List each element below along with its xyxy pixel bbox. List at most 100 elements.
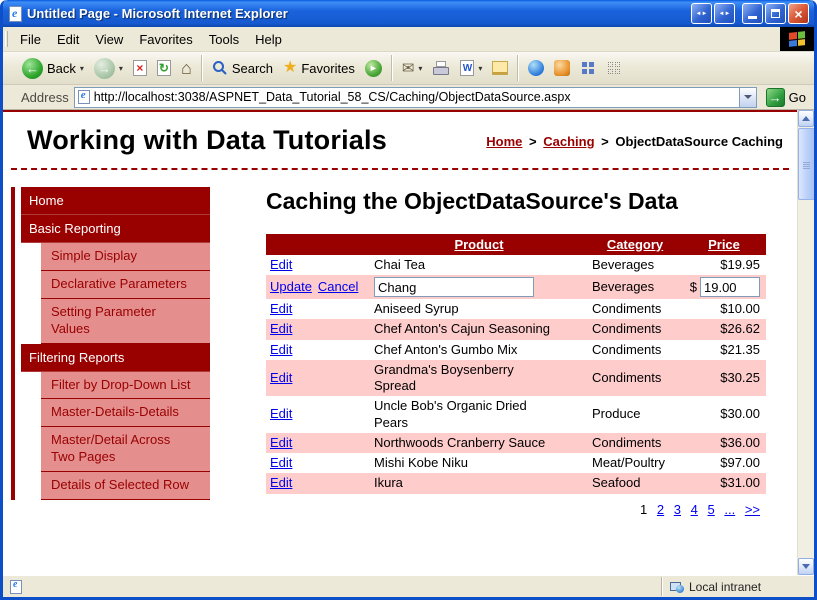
sidebar-item-master-details-details[interactable]: Master-Details-Details: [41, 399, 210, 427]
edit-link[interactable]: Edit: [270, 406, 292, 421]
category-cell: Condiments: [588, 360, 682, 397]
table-row-editing: UpdateCancel Beverages $: [266, 275, 766, 299]
status-bar: Local intranet: [3, 575, 814, 597]
grid-header-row: Product Category Price: [266, 234, 766, 255]
mail-dropdown-icon[interactable]: ▾: [418, 64, 422, 73]
sidebar-item-basic-reporting[interactable]: Basic Reporting: [21, 215, 210, 243]
search-button[interactable]: Search: [208, 58, 277, 78]
scroll-up-button[interactable]: [798, 110, 814, 127]
close-button[interactable]: ×: [788, 3, 809, 24]
pager-link-next[interactable]: >>: [745, 502, 760, 517]
edit-link[interactable]: Edit: [270, 301, 292, 316]
forward-button[interactable]: → ▾: [90, 56, 127, 81]
quick-tools-button[interactable]: [576, 58, 600, 78]
category-sort-link[interactable]: Category: [607, 237, 663, 252]
edit-link[interactable]: Edit: [270, 475, 292, 490]
titlebar-extra-button[interactable]: ◄►: [714, 3, 735, 24]
toggle-grid-button[interactable]: [602, 58, 626, 78]
sidebar-item-master-detail-two-pages[interactable]: Master/Detail Across Two Pages: [41, 427, 210, 472]
breadcrumb-caching-link[interactable]: Caching: [543, 134, 594, 149]
home-button[interactable]: ⌂: [177, 57, 196, 79]
menu-file[interactable]: File: [12, 27, 49, 51]
pager-link-4[interactable]: 4: [691, 502, 698, 517]
sidebar-item-details-of-selected-row[interactable]: Details of Selected Row: [41, 472, 210, 500]
research-button[interactable]: [550, 58, 574, 78]
pager-link-ellipsis[interactable]: ...: [724, 502, 735, 517]
favorites-button[interactable]: ★ Favorites: [279, 58, 359, 78]
pager-row: 1 2 3 4 5 ... >>: [266, 494, 766, 522]
cancel-link[interactable]: Cancel: [318, 279, 358, 294]
print-button[interactable]: [428, 58, 454, 79]
address-dropdown-button[interactable]: [739, 88, 756, 107]
sidebar-item-home[interactable]: Home: [21, 187, 210, 215]
discuss-icon: [492, 61, 508, 75]
research-icon: [554, 60, 570, 76]
discuss-button[interactable]: [488, 59, 512, 77]
category-cell: Condiments: [588, 299, 682, 319]
back-dropdown-icon[interactable]: ▾: [80, 64, 84, 73]
toolbar-separator: [517, 55, 519, 81]
table-row: Edit Northwoods Cranberry Sauce Condimen…: [266, 433, 766, 453]
pager-link-5[interactable]: 5: [707, 502, 714, 517]
price-cell: $30.25: [682, 360, 766, 397]
go-button[interactable]: → Go: [762, 88, 810, 107]
maximize-icon: [771, 9, 780, 18]
product-cell: Chef Anton's Cajun Seasoning: [370, 319, 588, 339]
mail-button[interactable]: ✉ ▾: [398, 59, 427, 78]
page-status-icon: [10, 580, 22, 594]
price-sort-link[interactable]: Price: [708, 237, 740, 252]
category-cell: Beverages: [588, 275, 682, 299]
table-row: Edit Ikura Seafood $31.00: [266, 473, 766, 493]
edit-link[interactable]: Edit: [270, 435, 292, 450]
word-dropdown-icon[interactable]: ▾: [478, 64, 482, 73]
price-input[interactable]: [700, 277, 760, 297]
breadcrumb-current: ObjectDataSource Caching: [615, 134, 783, 149]
pager-link-3[interactable]: 3: [674, 502, 681, 517]
product-sort-link[interactable]: Product: [454, 237, 503, 252]
category-cell: Meat/Poultry: [588, 453, 682, 473]
refresh-button[interactable]: ↻: [153, 58, 175, 78]
menu-help[interactable]: Help: [247, 27, 290, 51]
menu-favorites[interactable]: Favorites: [131, 27, 200, 51]
messenger-button[interactable]: [524, 58, 548, 78]
edit-link[interactable]: Edit: [270, 321, 292, 336]
breadcrumb-home-link[interactable]: Home: [486, 134, 522, 149]
product-name-input[interactable]: [374, 277, 534, 297]
stop-button[interactable]: ×: [129, 58, 151, 78]
sidebar-item-declarative-parameters[interactable]: Declarative Parameters: [41, 271, 210, 299]
category-cell: Produce: [588, 396, 682, 433]
sidebar-item-filtering-reports[interactable]: Filtering Reports: [21, 344, 210, 372]
local-intranet-icon: [670, 581, 684, 593]
address-url[interactable]: http://localhost:3038/ASPNET_Data_Tutori…: [94, 90, 739, 104]
media-button[interactable]: ►: [361, 58, 386, 79]
edit-link[interactable]: Edit: [270, 370, 292, 385]
pager-link-2[interactable]: 2: [657, 502, 664, 517]
sidebar-item-simple-display[interactable]: Simple Display: [41, 243, 210, 271]
menu-edit[interactable]: Edit: [49, 27, 87, 51]
edit-link[interactable]: Edit: [270, 257, 292, 272]
category-cell: Condiments: [588, 319, 682, 339]
dotted-grid-icon: [606, 60, 622, 76]
edit-link[interactable]: Edit: [270, 342, 292, 357]
table-row: Edit Chai Tea Beverages $19.95: [266, 255, 766, 275]
vertical-scrollbar[interactable]: [797, 110, 814, 575]
minimize-button[interactable]: [742, 3, 763, 24]
scroll-down-button[interactable]: [798, 558, 814, 575]
address-input[interactable]: http://localhost:3038/ASPNET_Data_Tutori…: [74, 87, 757, 108]
update-link[interactable]: Update: [270, 279, 312, 294]
product-cell: Chai Tea: [370, 255, 588, 275]
menu-tools[interactable]: Tools: [201, 27, 247, 51]
scroll-track[interactable]: [798, 127, 814, 558]
price-cell: $26.62: [682, 319, 766, 339]
fullscreen-arrows-button[interactable]: ◄►: [691, 3, 712, 24]
arrow-up-icon: [802, 116, 810, 121]
scroll-thumb[interactable]: [798, 128, 814, 200]
maximize-button[interactable]: [765, 3, 786, 24]
back-button[interactable]: ← Back ▾: [18, 56, 88, 81]
sidebar-item-setting-parameter-values[interactable]: Setting Parameter Values: [41, 299, 210, 344]
forward-dropdown-icon[interactable]: ▾: [119, 64, 123, 73]
edit-with-word-button[interactable]: W ▾: [456, 58, 486, 78]
edit-link[interactable]: Edit: [270, 455, 292, 470]
sidebar-item-filter-by-dropdown-list[interactable]: Filter by Drop-Down List: [41, 372, 210, 400]
menu-view[interactable]: View: [87, 27, 131, 51]
